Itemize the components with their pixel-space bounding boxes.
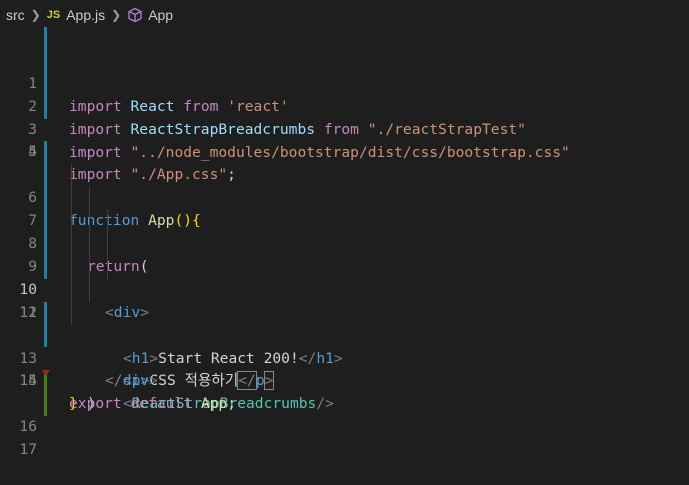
code-line[interactable]: 14 }	[0, 324, 689, 412]
code-line[interactable]: 5	[0, 119, 689, 160]
code-editor[interactable]: 1 import React from 'react' 2 import Rea…	[0, 27, 689, 458]
code-line[interactable]: 4 import "./App.css";	[0, 95, 689, 183]
git-added-marker	[44, 393, 47, 417]
code-line[interactable]: 2 import ReactStrapBreadcrumbs from "./r…	[0, 49, 689, 138]
code-line[interactable]: 10 <p>CSS 적용하기</p>	[0, 233, 689, 391]
git-modified-marker	[44, 210, 47, 234]
indent-guide	[71, 233, 72, 256]
code-line[interactable]: 9 <h1>Start React 200!</h1>	[0, 210, 689, 367]
indent-guide	[89, 187, 90, 211]
code-line[interactable]: 6 function App(){	[0, 141, 689, 229]
git-modified-marker	[44, 164, 47, 188]
git-modified-marker	[44, 301, 47, 325]
breadcrumb-folder[interactable]: src	[6, 7, 25, 23]
chevron-right-icon: ❯	[111, 8, 122, 22]
symbol-class-icon	[127, 7, 143, 23]
indent-guide	[71, 278, 72, 302]
code-line[interactable]: 12 </div>	[0, 278, 689, 389]
indent-guide	[89, 233, 90, 256]
code-line[interactable]: 11 <ReactStrapBreadcrumbs/>	[0, 255, 689, 412]
indent-guide	[89, 278, 90, 302]
git-modified-marker	[44, 95, 47, 119]
indent-guide	[71, 187, 72, 211]
git-modified-marker	[44, 233, 47, 256]
indent-guide	[71, 255, 72, 279]
git-modified-marker	[44, 27, 47, 50]
git-modified-marker	[44, 324, 47, 348]
code-line[interactable]: 1 import React from 'react'	[0, 27, 689, 115]
code-line[interactable]: 13 )	[0, 301, 689, 412]
indent-guide	[89, 210, 90, 234]
code-line[interactable]: 15 export default App;	[0, 347, 689, 412]
git-modified-marker	[44, 72, 47, 96]
git-modified-marker	[44, 141, 47, 165]
breadcrumb: src ❯ JS App.js ❯ App	[0, 0, 689, 30]
breadcrumb-file[interactable]: App.js	[66, 7, 105, 23]
indent-guide	[107, 233, 108, 256]
indent-guide	[89, 255, 90, 279]
code-line[interactable]: 7 return(	[0, 164, 689, 275]
chevron-right-icon: ❯	[30, 8, 41, 22]
javascript-file-icon: JS	[46, 9, 61, 21]
code-line[interactable]: 3 import "../node_modules/bootstrap/dist…	[0, 72, 689, 161]
git-modified-marker	[44, 187, 47, 211]
code-line[interactable]: 17	[0, 393, 689, 458]
line-number: 17	[19, 441, 37, 459]
indent-guide	[71, 301, 72, 325]
git-modified-marker	[44, 255, 47, 279]
git-modified-marker	[44, 49, 47, 73]
git-deleted-marker	[42, 370, 50, 376]
indent-guide	[107, 255, 108, 279]
indent-guide	[71, 210, 72, 234]
breadcrumb-symbol[interactable]: App	[148, 7, 173, 23]
indent-guide	[107, 210, 108, 234]
indent-guide	[71, 164, 72, 188]
code-line[interactable]: 8 <div>	[0, 187, 689, 321]
code-line[interactable]: 16	[0, 370, 689, 435]
